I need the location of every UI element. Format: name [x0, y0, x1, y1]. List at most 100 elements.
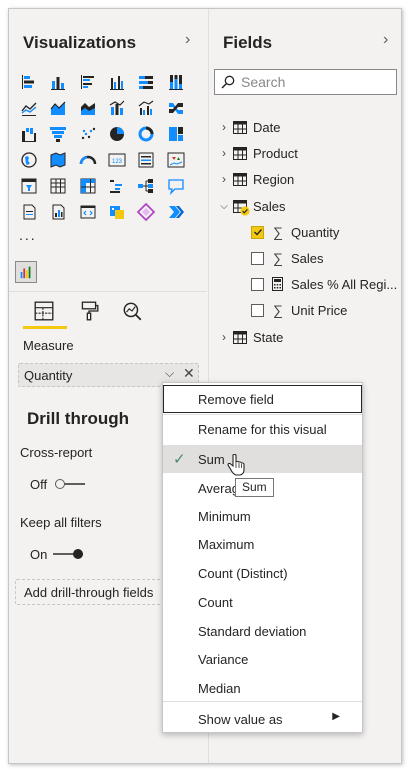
menu-item-rename[interactable]: Rename for this visual	[163, 415, 362, 443]
table-icon	[233, 172, 247, 186]
field-row-sales[interactable]: ∑ Sales	[251, 247, 324, 269]
checkmark-icon	[253, 229, 262, 236]
table-row-region[interactable]: › Region	[217, 168, 294, 190]
field-row-quantity[interactable]: ∑ Quantity	[251, 221, 339, 243]
chevron-down-icon[interactable]: ⌵	[165, 366, 174, 381]
filled-map-icon[interactable]	[46, 149, 70, 171]
table-row-date[interactable]: › Date	[217, 116, 280, 138]
key-influencers-icon[interactable]	[105, 175, 129, 197]
table-row-product[interactable]: › Product	[217, 142, 298, 164]
visual-row: 123	[17, 147, 193, 173]
field-checkbox[interactable]	[251, 303, 264, 317]
checkmark-icon: ✓	[173, 451, 186, 468]
field-name: Sales	[291, 250, 324, 266]
gauge-icon[interactable]	[76, 149, 100, 171]
search-input[interactable]	[241, 72, 391, 92]
scatter-chart-icon[interactable]	[76, 123, 100, 145]
field-checkbox[interactable]	[251, 251, 264, 265]
table-row-state[interactable]: › State	[217, 326, 283, 348]
smart-narrative-icon[interactable]	[17, 201, 41, 223]
card-icon[interactable]: 123	[105, 149, 129, 171]
field-row-sales-pct[interactable]: Sales % All Regi...	[251, 273, 397, 295]
remove-field-icon[interactable]: ✕	[183, 365, 195, 382]
search-box[interactable]	[214, 69, 397, 95]
stacked-column-chart-icon[interactable]	[46, 71, 70, 93]
field-context-menu: Remove field Rename for this visual ✓ Su…	[162, 382, 363, 733]
table-row-sales[interactable]: ⌵ Sales	[217, 195, 286, 217]
custom-visual-icon[interactable]	[15, 261, 37, 283]
ribbon-chart-icon[interactable]	[164, 97, 188, 119]
waterfall-chart-icon[interactable]	[17, 123, 41, 145]
line-and-clustered-column-chart-icon[interactable]	[134, 97, 158, 119]
chevron-right-icon[interactable]: ›	[217, 330, 231, 344]
keep-all-filters-state: On	[30, 547, 48, 562]
field-checkbox[interactable]	[251, 225, 264, 239]
table-icon	[233, 330, 247, 344]
r-script-visual-icon[interactable]	[76, 201, 100, 223]
stacked-bar-chart-icon[interactable]	[17, 71, 41, 93]
power-automate-icon[interactable]	[164, 201, 188, 223]
menu-item-count-distinct[interactable]: Count (Distinct)	[163, 559, 362, 587]
clustered-column-chart-icon[interactable]	[105, 71, 129, 93]
table-icon[interactable]	[46, 175, 70, 197]
more-visuals-icon[interactable]: ...	[19, 227, 37, 243]
paginated-report-icon[interactable]	[46, 201, 70, 223]
field-row-unit-price[interactable]: ∑ Unit Price	[251, 299, 347, 321]
collapse-fields-icon[interactable]: ›	[383, 31, 388, 49]
cross-report-toggle[interactable]	[53, 477, 87, 491]
line-and-stacked-column-chart-icon[interactable]	[105, 97, 129, 119]
menu-item-maximum[interactable]: Maximum	[163, 530, 362, 558]
100-stacked-column-chart-icon[interactable]	[164, 71, 188, 93]
stacked-area-chart-icon[interactable]	[76, 97, 100, 119]
add-drill-through-fields-well[interactable]: Add drill-through fields	[15, 579, 179, 605]
qa-icon[interactable]	[164, 175, 188, 197]
fields-tab[interactable]	[31, 299, 57, 323]
visual-type-gallery: 123	[17, 69, 193, 225]
matrix-icon[interactable]	[76, 175, 100, 197]
treemap-icon[interactable]	[164, 123, 188, 145]
decomposition-tree-icon[interactable]	[134, 175, 158, 197]
100-stacked-bar-chart-icon[interactable]	[134, 71, 158, 93]
python-visual-icon[interactable]	[105, 201, 129, 223]
table-name: Product	[253, 145, 298, 161]
menu-item-median[interactable]: Median	[163, 674, 362, 702]
visual-row	[17, 121, 193, 147]
multi-row-card-icon[interactable]	[134, 149, 158, 171]
field-checkbox[interactable]	[251, 277, 264, 291]
menu-divider	[163, 701, 362, 702]
format-tab[interactable]	[76, 299, 102, 323]
chevron-right-icon[interactable]: ›	[217, 146, 231, 160]
map-icon[interactable]	[17, 149, 41, 171]
cross-report-state: Off	[30, 477, 48, 492]
table-icon	[233, 146, 247, 160]
line-chart-icon[interactable]	[17, 97, 41, 119]
menu-item-minimum[interactable]: Minimum	[163, 502, 362, 530]
active-tab-indicator	[23, 326, 67, 329]
slicer-icon[interactable]	[17, 175, 41, 197]
menu-item-variance[interactable]: Variance	[163, 645, 362, 673]
area-chart-icon[interactable]	[46, 97, 70, 119]
menu-item-show-value-as[interactable]: Show value as ▶	[163, 705, 362, 733]
sigma-icon: ∑	[273, 302, 283, 318]
toggle-knob	[55, 479, 65, 489]
menu-item-standard-deviation[interactable]: Standard deviation	[163, 617, 362, 645]
analytics-tab[interactable]	[119, 299, 145, 323]
menu-item-sum[interactable]: ✓ Sum	[163, 445, 362, 473]
pie-chart-icon[interactable]	[105, 123, 129, 145]
measure-well-label: Measure	[23, 338, 74, 353]
clustered-bar-chart-icon[interactable]	[76, 71, 100, 93]
kpi-icon[interactable]	[164, 149, 188, 171]
table-in-use-icon	[233, 199, 250, 216]
checkmark-badge-icon	[240, 205, 250, 216]
chevron-down-icon[interactable]: ⌵	[217, 201, 231, 212]
collapse-visualizations-icon[interactable]: ›	[185, 31, 190, 49]
menu-item-remove-field[interactable]: Remove field	[163, 385, 362, 413]
keep-all-filters-toggle[interactable]	[51, 547, 85, 561]
chevron-right-icon[interactable]: ›	[217, 120, 231, 134]
field-name: Sales % All Regi...	[291, 276, 398, 292]
donut-chart-icon[interactable]	[134, 123, 158, 145]
funnel-chart-icon[interactable]	[46, 123, 70, 145]
chevron-right-icon[interactable]: ›	[217, 172, 231, 186]
power-apps-icon[interactable]	[134, 201, 158, 223]
menu-item-count[interactable]: Count	[163, 588, 362, 616]
